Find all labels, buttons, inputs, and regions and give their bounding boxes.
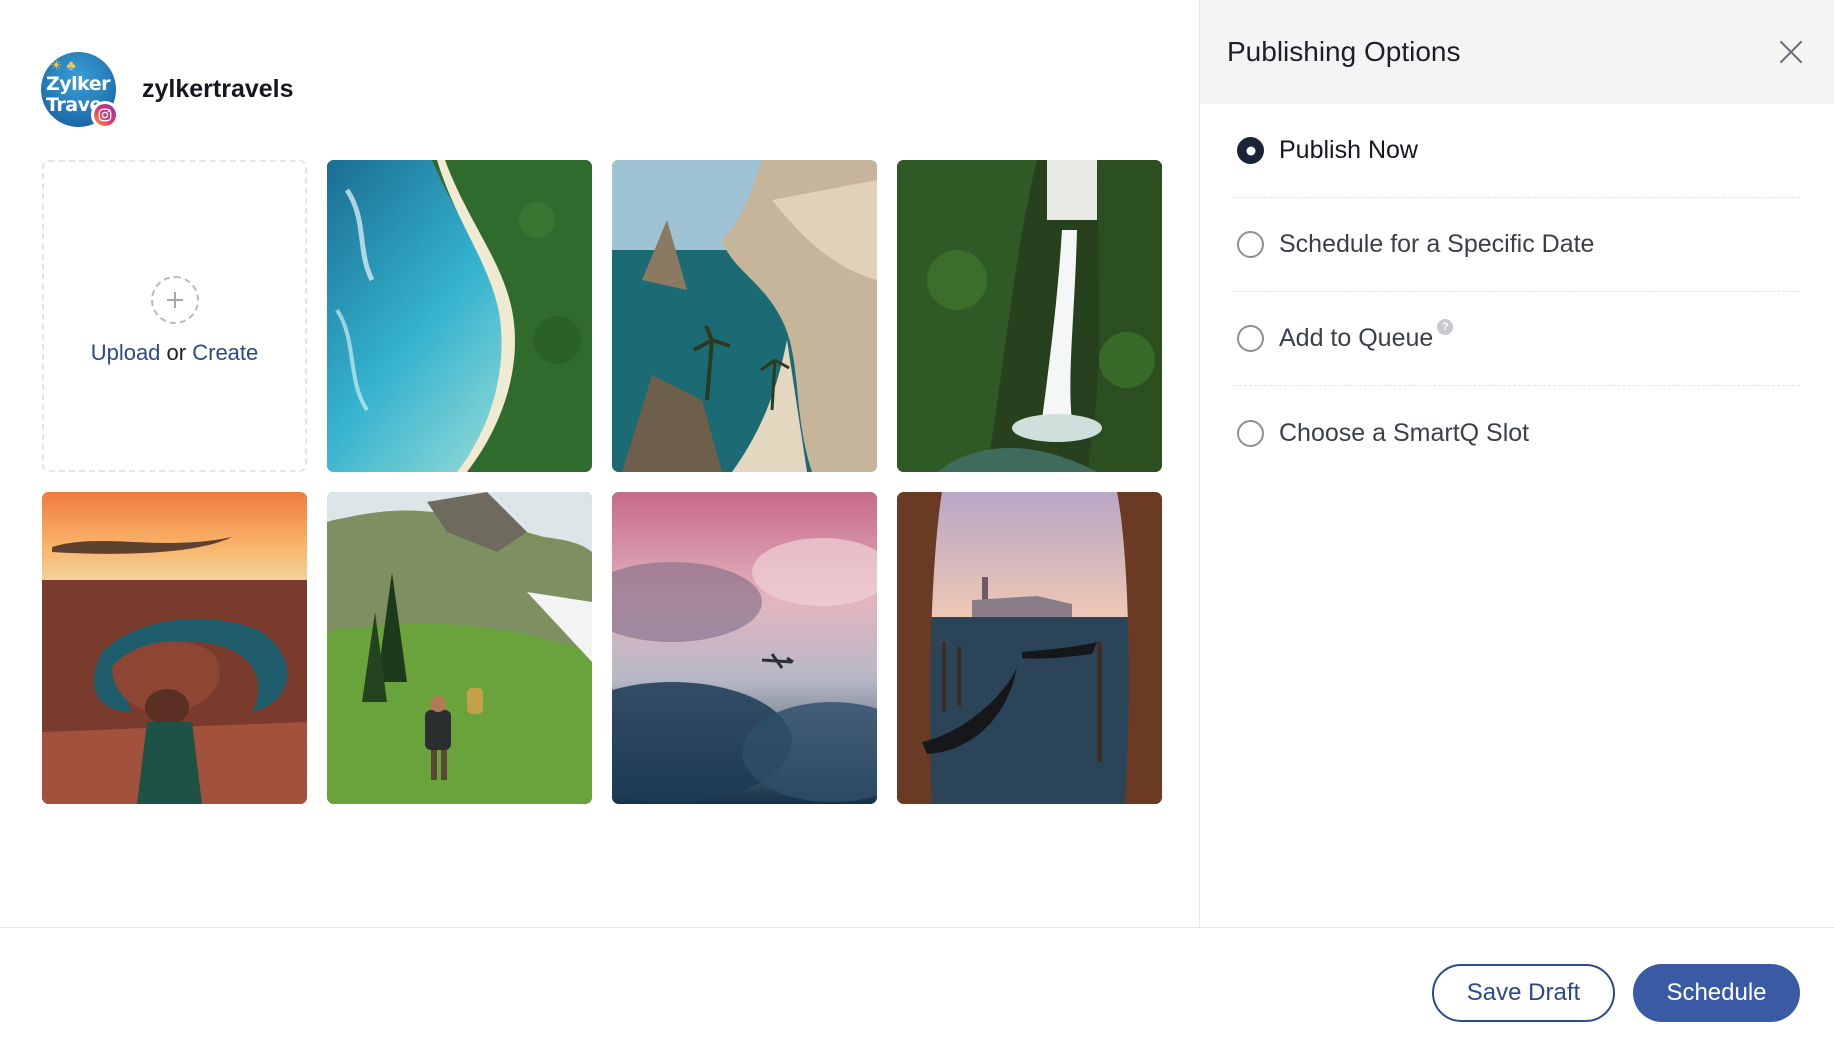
jungle-waterfall-photo[interactable] (897, 160, 1162, 472)
or-text: or (166, 340, 187, 365)
composer-pane: ☀ ♣ Zylker Trave zylkertravels Upload or… (0, 0, 1199, 927)
radio-add-to-queue[interactable] (1237, 325, 1264, 352)
account-name: zylkertravels (142, 75, 294, 103)
media-grid: Upload or Create (42, 160, 1162, 804)
instagram-icon (91, 101, 119, 129)
option-schedule-specific-date[interactable]: Schedule for a Specific Date (1234, 198, 1800, 292)
panel-title: Publishing Options (1227, 36, 1461, 67)
venice-gondolas-photo[interactable] (897, 492, 1162, 804)
mountain-hikers-photo[interactable] (327, 492, 592, 804)
photo-tropical-coast (327, 160, 592, 472)
compose-post-window: ☀ ♣ Zylker Trave zylkertravels Upload or… (0, 0, 1834, 1055)
sea-cliffs-beach-photo[interactable] (612, 160, 877, 472)
help-icon[interactable]: ? (1437, 318, 1454, 335)
option-choose-smartq-slot[interactable]: Choose a SmartQ Slot (1234, 386, 1800, 480)
close-icon[interactable] (1778, 39, 1804, 65)
instagram-glyph (98, 108, 112, 122)
option-publish-now[interactable]: Publish Now (1234, 104, 1800, 198)
tropical-coast-aerial-photo[interactable] (327, 160, 592, 472)
photo-venice (897, 492, 1162, 804)
create-link[interactable]: Create (192, 340, 258, 365)
panel-header: Publishing Options (1200, 0, 1834, 104)
upload-link[interactable]: Upload (91, 340, 161, 365)
logo-line-1: Zylker (46, 73, 111, 95)
palm-sun-icon: ☀ ♣ (50, 57, 76, 73)
option-label: Schedule for a Specific Date (1279, 230, 1595, 258)
radio-publish-now[interactable] (1237, 137, 1264, 164)
upload-create-text: Upload or Create (91, 340, 259, 366)
avatar[interactable]: ☀ ♣ Zylker Trave (41, 52, 119, 129)
photo-airplane (612, 492, 877, 804)
footer-bar: Save Draft Schedule (0, 927, 1834, 1055)
option-label: Publish Now (1279, 136, 1418, 164)
option-label: Choose a SmartQ Slot (1279, 418, 1530, 447)
publish-options-list: Publish Now Schedule for a Specific Date… (1234, 104, 1800, 480)
radio-choose-smartq-slot[interactable] (1237, 419, 1264, 447)
airplane-clouds-photo[interactable] (612, 492, 877, 804)
radio-schedule-specific-date[interactable] (1237, 231, 1264, 258)
option-label: Add to Queue (1279, 324, 1434, 352)
photo-canyon (42, 492, 307, 804)
schedule-button[interactable]: Schedule (1633, 964, 1800, 1022)
canyon-sunset-photo[interactable] (42, 492, 307, 804)
save-draft-button[interactable]: Save Draft (1432, 964, 1615, 1022)
publishing-options-panel: Publishing Options Publish Now Schedule … (1199, 0, 1834, 927)
upload-tile[interactable]: Upload or Create (42, 160, 307, 472)
account-header: ☀ ♣ Zylker Trave zylkertravels (41, 52, 294, 129)
photo-hikers (327, 492, 592, 804)
photo-sea-cliffs (612, 160, 877, 472)
add-media-icon[interactable] (150, 276, 199, 324)
option-add-to-queue[interactable]: Add to Queue ? (1234, 292, 1800, 386)
photo-waterfall (897, 160, 1162, 472)
